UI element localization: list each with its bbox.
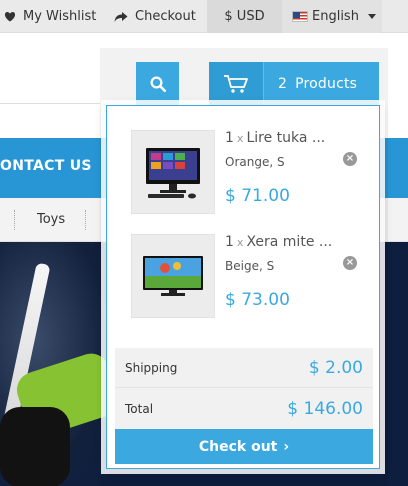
cart-item-name: Lire tuka ... [246,130,326,146]
wishlist-label: My Wishlist [23,9,97,24]
search-icon [150,76,166,92]
checkout-label: Checkout [135,9,196,24]
computer-product-image [146,148,200,199]
checkout-button-label: Check out [198,438,278,455]
cart-item: 1 x Lire tuka ... Orange, S $ 71.00 × [107,106,379,214]
cart-item-title[interactable]: 1 x Xera mite ... [225,234,332,250]
chevron-down-icon [367,14,376,19]
search-field-border [0,103,100,104]
cart-item-title[interactable]: 1 x Lire tuka ... [225,130,325,146]
cart-item-qty: 1 [225,130,234,146]
shipping-row: Shipping $ 2.00 [115,348,373,388]
subnav-item-toys[interactable]: Toys [37,212,65,227]
checkout-button[interactable]: Check out › [115,429,373,464]
cart-icon-box [209,62,264,105]
currency-selector[interactable]: $ USD [207,0,282,33]
heart-icon [4,11,16,22]
total-row: Total $ 146.00 [115,389,373,429]
currency-label: $ USD [224,9,265,24]
share-arrow-icon [114,11,128,23]
us-flag-icon [292,11,308,22]
tv-product-image [143,256,203,296]
cart-dropdown: 1 x Lire tuka ... Orange, S $ 71.00 × 1 x Xe… [106,105,380,469]
cart-count-number: 2 [278,75,288,92]
search-button[interactable] [136,62,179,105]
times-sign: x [236,132,244,145]
cart-totals: Shipping $ 2.00 Total $ 146.00 [115,348,373,436]
cart-item-price: $ 73.00 [225,290,290,310]
product-thumbnail[interactable] [131,130,215,214]
cart-item-variant: Beige, S [225,259,275,273]
cart-item-variant: Orange, S [225,155,285,169]
nav-item-contact-us[interactable]: ONTACT US [0,158,92,174]
remove-item-icon[interactable]: × [343,256,357,270]
cart-item-price: $ 71.00 [225,186,290,206]
times-sign: x [236,236,244,249]
cart-count: 2 Products [264,62,379,105]
language-selector[interactable]: English [282,0,382,33]
wishlist-link[interactable]: My Wishlist [4,0,96,33]
cart-item-qty: 1 [225,234,234,250]
cart-item: 1 x Xera mite ... Beige, S $ 73.00 × [107,210,379,318]
top-bar: My Wishlist Checkout $ USD English [0,0,408,33]
cart-icon [224,74,248,93]
remove-item-icon[interactable]: × [343,152,357,166]
language-label: English [312,9,359,24]
cart-count-label: Products [295,75,358,92]
divider [85,210,86,230]
total-value: $ 146.00 [287,399,363,419]
product-thumbnail[interactable] [131,234,215,318]
shipping-label: Shipping [125,360,178,375]
shipping-value: $ 2.00 [308,357,363,378]
cart-button[interactable]: 2 Products [209,62,379,105]
total-label: Total [125,402,154,416]
cart-item-name: Xera mite ... [246,234,333,250]
chevron-right-icon: › [283,438,290,455]
divider [14,210,15,230]
hero-shadow [0,407,70,486]
checkout-link[interactable]: Checkout [114,0,196,33]
